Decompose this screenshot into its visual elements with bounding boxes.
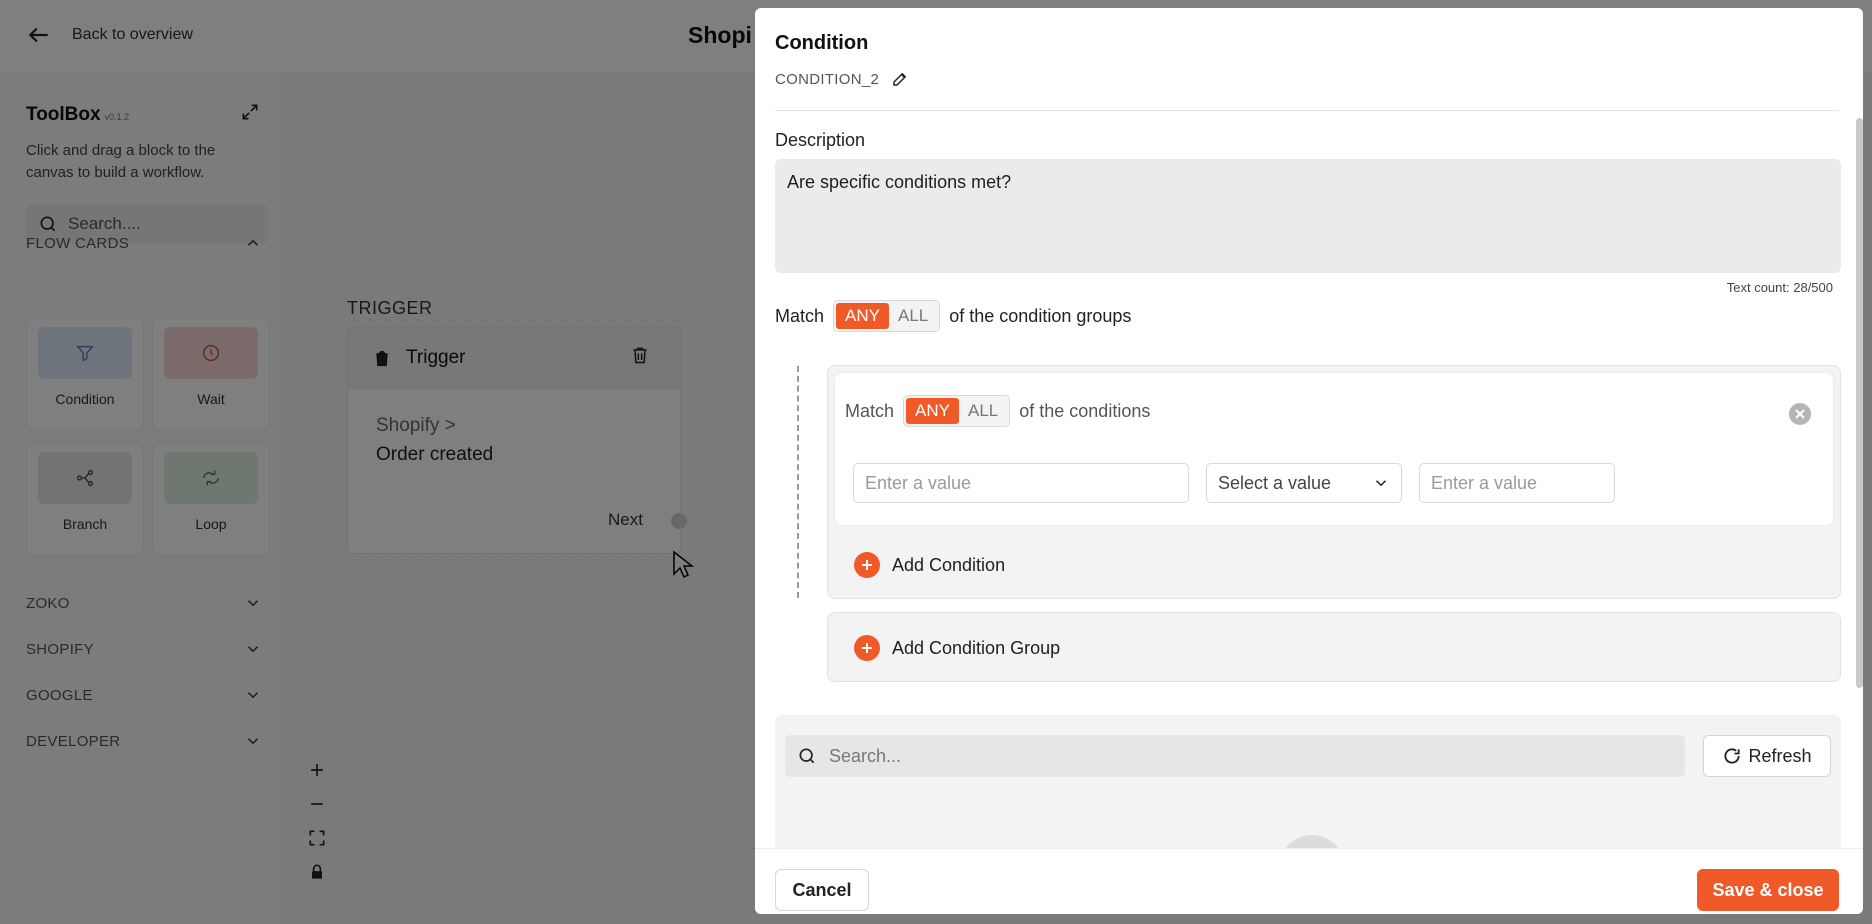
condition-id-text: CONDITION_2	[775, 70, 880, 88]
header-divider	[775, 110, 1839, 111]
conditions-suffix: of the conditions	[1019, 400, 1151, 421]
add-condition-group-label: Add Condition Group	[892, 637, 1061, 658]
add-condition-group-button[interactable]: Add Condition Group	[854, 635, 1060, 661]
plus-icon	[854, 635, 880, 661]
modal-footer: Cancel Save & close	[755, 848, 1863, 914]
condition-left-value-input[interactable]: Enter a value	[853, 463, 1189, 503]
group-match-any[interactable]: ANY	[836, 303, 889, 329]
add-condition-button[interactable]: Add Condition	[854, 552, 1005, 578]
condition-match-toggle: ANY ALL	[903, 395, 1011, 427]
condition-id: CONDITION_2	[775, 70, 909, 88]
close-icon	[1795, 409, 1805, 419]
chevron-down-icon	[1375, 480, 1387, 487]
groups-suffix: of the condition groups	[949, 305, 1132, 326]
condition-match-any[interactable]: ANY	[906, 398, 959, 424]
plus-icon	[854, 552, 880, 578]
condition-group: Match ANY ALL of the conditions Enter a …	[827, 365, 1841, 599]
remove-group-button[interactable]	[1789, 403, 1811, 425]
select-placeholder: Select a value	[1218, 472, 1332, 493]
condition-right-value-input[interactable]: Enter a value	[1419, 463, 1615, 503]
input-placeholder: Enter a value	[865, 472, 972, 493]
condition-box: Match ANY ALL of the conditions Enter a …	[834, 372, 1834, 526]
add-condition-label: Add Condition	[892, 554, 1006, 575]
match-label: Match	[775, 305, 825, 326]
refresh-label: Refresh	[1748, 745, 1812, 766]
variables-search-placeholder: Search...	[829, 745, 902, 766]
condition-modal: Condition CONDITION_2 Description Are sp…	[755, 8, 1863, 914]
text-count: Text count: 28/500	[1726, 280, 1833, 295]
input-placeholder: Enter a value	[1431, 472, 1538, 493]
condition-match-all[interactable]: ALL	[959, 398, 1007, 424]
modal-title: Condition	[775, 32, 869, 54]
group-match-row: Match ANY ALL of the condition groups	[775, 300, 1131, 332]
search-icon	[799, 748, 815, 764]
condition-match-row: Match ANY ALL of the conditions	[845, 395, 1150, 427]
description-textarea[interactable]: Are specific conditions met?	[775, 159, 1841, 273]
refresh-button[interactable]: Refresh	[1703, 735, 1831, 777]
group-connector-line	[797, 366, 799, 598]
add-condition-group-container: Add Condition Group	[827, 612, 1841, 682]
save-and-close-button[interactable]: Save & close	[1697, 869, 1839, 911]
condition-operator-select[interactable]: Select a value	[1206, 463, 1402, 503]
pencil-icon[interactable]	[891, 70, 909, 88]
cancel-button[interactable]: Cancel	[775, 869, 869, 911]
group-match-all[interactable]: ALL	[889, 303, 937, 329]
group-match-toggle: ANY ALL	[833, 300, 941, 332]
modal-scrollbar[interactable]	[1856, 118, 1863, 688]
variables-search-input[interactable]: Search...	[785, 735, 1685, 777]
refresh-icon	[1724, 748, 1741, 764]
match-label: Match	[845, 400, 895, 421]
description-label: Description	[775, 130, 866, 150]
